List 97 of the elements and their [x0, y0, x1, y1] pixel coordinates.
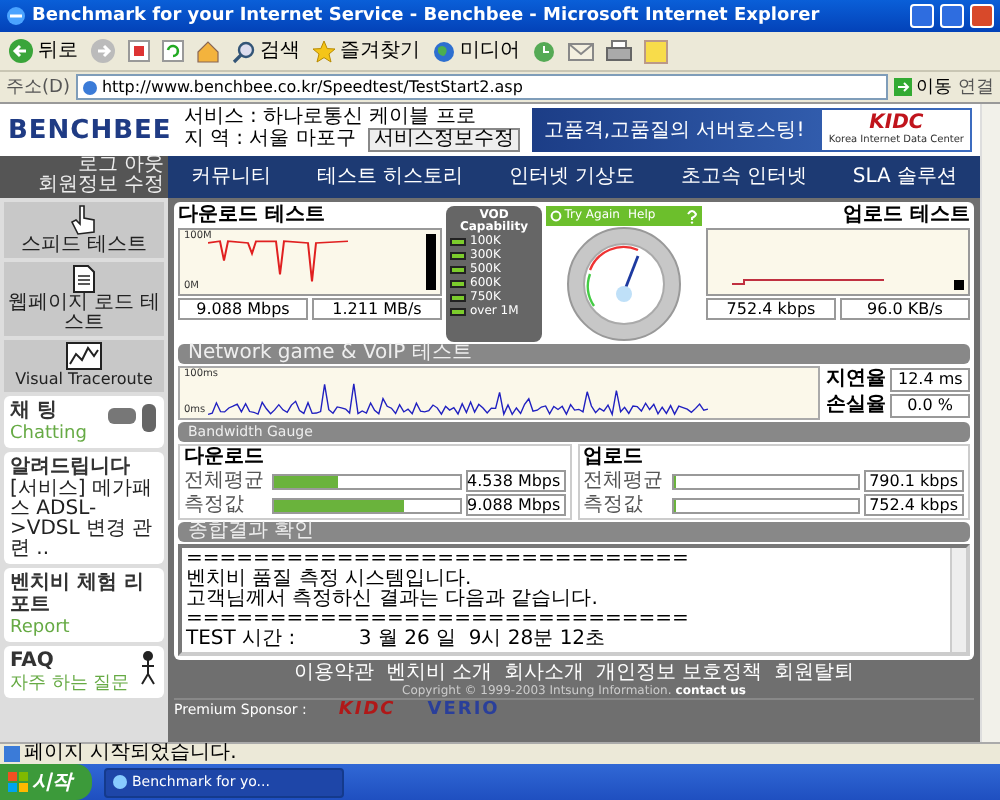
card-title: 알려드립니다 [10, 456, 130, 478]
nav-item[interactable]: 초고속 인터넷 [680, 167, 808, 187]
edit-info-button[interactable]: 서비스정보수정 [367, 128, 520, 152]
delay-value: 12.4 ms [890, 367, 970, 392]
chart-end-bar [426, 234, 436, 290]
result-line: ============================== [186, 550, 691, 570]
banner-text: 고품격,고품질의 서버호스팅! [543, 118, 805, 144]
star-icon [312, 39, 336, 63]
line-graph-icon [66, 342, 102, 370]
group-title: 다운로드 [184, 448, 266, 468]
search-icon [232, 39, 256, 63]
report-card[interactable]: 벤치비 체험 리포트 Report [4, 568, 164, 642]
refresh-icon [550, 210, 562, 222]
bandwidth-value: 790.1 kbps [864, 470, 964, 492]
start-button[interactable]: 시작 [0, 764, 92, 800]
hand-cursor-icon [70, 204, 98, 236]
document-icon [72, 264, 96, 294]
card-title: 벤치비 체험 리포트 [10, 572, 146, 616]
close-button[interactable] [970, 4, 994, 28]
links-label[interactable]: 연결 [958, 74, 994, 100]
faq-card[interactable]: FAQ 자주 하는 질문 [4, 646, 164, 698]
page-icon [4, 746, 20, 762]
go-button[interactable]: 이동 [894, 74, 952, 100]
chart-end-bar [954, 280, 964, 290]
account-link[interactable]: 로그 아웃 [77, 156, 164, 176]
gauge-label: 측정값 [583, 495, 645, 515]
speed-reading: 752.4 kbps [706, 298, 836, 320]
card-subtitle: Chatting [10, 424, 87, 444]
status-text: 페이지 시작되었습니다. [24, 744, 237, 764]
result-line: ============================== [186, 610, 691, 630]
bandwidth-value: 9.088 Mbps [465, 494, 565, 516]
speed-reading: 96.0 KB/s [840, 298, 970, 320]
toolbar-button[interactable]: 검색 [232, 39, 300, 63]
windows-logo-icon [8, 772, 28, 792]
globe-icon [432, 39, 456, 63]
address-label: 주소(D) [6, 76, 70, 100]
footer-link[interactable]: 회원탈퇴 [774, 664, 855, 684]
notice-link[interactable]: [서비스] 메가패스 ADSL->VDSL 변경 관련 .. [10, 480, 158, 560]
maximize-button[interactable] [940, 4, 964, 28]
gauge-label: 측정값 [184, 495, 246, 515]
figure-icon [140, 650, 156, 686]
page-icon [81, 79, 98, 95]
result-line: 고객님께서 측정하신 결과는 다음과 같습니다. [186, 590, 600, 610]
home-icon[interactable] [196, 39, 220, 63]
back-arrow-icon [8, 38, 34, 64]
nav-item[interactable]: 커뮤니티 [190, 167, 271, 187]
window-title: Benchmark for your Internet Service - Benchbee - Microsoft Internet Explorer [32, 6, 822, 26]
footer-link[interactable]: 회사소개 [504, 664, 584, 684]
gauge-label: 전체평균 [583, 471, 665, 491]
card-subtitle: 자주 하는 질문 [10, 674, 130, 694]
loss-value: 0.0 % [890, 394, 970, 419]
section-header: 종합결과 확인 [178, 522, 970, 542]
mail-icon[interactable] [568, 40, 594, 62]
back-button[interactable]: 뒤로 [8, 38, 78, 64]
cylinders-icon [106, 402, 158, 434]
gauge-label: 전체평균 [184, 471, 266, 491]
nav-item[interactable]: SLA 솔루션 [852, 167, 958, 187]
sidebar-item[interactable]: 웹페이지 로드 테스트 [4, 262, 164, 336]
nav-item[interactable]: 테스트 히스토리 [316, 167, 463, 187]
card-title: FAQ [10, 650, 54, 672]
card-title: 채 팅 [10, 400, 57, 422]
account-link[interactable]: 회원정보 수정 [37, 176, 164, 196]
nav-item[interactable]: 인터넷 기상도 [508, 167, 635, 187]
arrow-icon [894, 78, 912, 96]
section-title: 다운로드 테스트 [178, 206, 325, 226]
delay-label: 지연율 [826, 369, 886, 390]
chat-card[interactable]: 채 팅 Chatting [4, 396, 164, 448]
toolbar-button[interactable]: 미디어 [432, 39, 520, 63]
service-info: 지 역 : 서울 마포구 [183, 130, 356, 150]
footer-link[interactable]: 이용약관 [293, 664, 374, 684]
section-title: 업로드 테스트 [843, 206, 970, 226]
address-field[interactable]: http://www.benchbee.co.kr/Speedtest/TestStart2.asp [75, 74, 888, 100]
refresh-icon[interactable] [162, 40, 184, 62]
result-line: 벤치비 품질 측정 시스템입니다. [186, 570, 472, 590]
section-header: Network game & VoIP 테스트 [178, 344, 970, 364]
sidebar-item[interactable]: Visual Traceroute [4, 340, 164, 392]
stop-icon[interactable] [128, 40, 150, 62]
footer-link[interactable]: 벤치비 소개 [385, 664, 492, 684]
minimize-button[interactable] [910, 4, 934, 28]
group-title: 업로드 [583, 448, 645, 468]
loss-label: 손실율 [826, 396, 886, 417]
sidebar-item[interactable]: 스피드 테스트 [4, 202, 164, 258]
result-text-area[interactable]: ============================== 벤치비 품질 측정 시스템입니다. 고객님께서 측정하신 결과는 다음과 같습니다. ============================== TEST 시간 : 3 월 26 일 9시 28분 12초 [178, 544, 970, 656]
speed-reading: 1.211 MB/s [312, 298, 442, 320]
bandwidth-value: 752.4 kbps [864, 494, 964, 516]
toolbar-button[interactable]: 즐겨찾기 [312, 39, 420, 63]
speed-reading: 9.088 Mbps [178, 298, 308, 320]
footer-link[interactable]: 개인정보 보호정책 [596, 664, 763, 684]
service-info: 서비스 : 하나로통신 케이블 프로 [183, 108, 476, 128]
site-logo: BENCHBEE [8, 115, 172, 145]
result-line: TEST 시간 : 3 월 26 일 9시 28분 12초 [186, 630, 608, 650]
question-icon [686, 209, 698, 223]
bandwidth-value: 4.538 Mbps [465, 470, 565, 492]
card-subtitle: Report [10, 618, 70, 638]
history-icon[interactable] [532, 39, 556, 63]
printer-icon[interactable] [606, 39, 632, 63]
note-icon[interactable] [644, 39, 668, 63]
